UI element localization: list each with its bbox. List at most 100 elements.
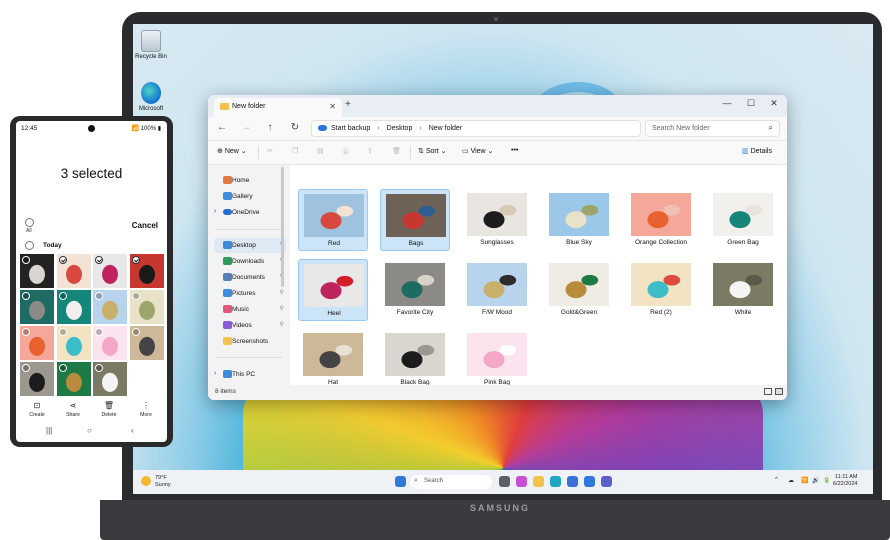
search-input[interactable]: Search New folder ⌕ <box>645 120 780 137</box>
rename-icon[interactable]: Ⓐ <box>342 147 349 157</box>
teams-icon[interactable] <box>601 476 612 487</box>
unchecked-checkbox[interactable] <box>22 256 30 264</box>
sidebar-item-documents[interactable]: Documents ⚲ <box>214 270 286 285</box>
file-tile[interactable]: Bags <box>380 189 450 251</box>
unchecked-checkbox[interactable] <box>95 364 103 372</box>
cut-icon[interactable]: ✂ <box>267 147 273 155</box>
expand-chevron-icon[interactable]: › <box>214 370 216 377</box>
photo-thumbnail[interactable] <box>56 326 91 360</box>
more-button[interactable]: ⋮ More <box>131 401 161 418</box>
file-tile[interactable]: Favorite City <box>380 259 450 321</box>
copilot-icon[interactable] <box>516 476 527 487</box>
photo-thumbnail[interactable] <box>56 362 91 396</box>
sidebar-scrollbar[interactable] <box>281 167 284 287</box>
file-tile[interactable]: Black Bag <box>380 329 450 391</box>
checked-checkbox[interactable] <box>58 256 67 264</box>
details-button[interactable]: ▥ Details <box>742 147 772 155</box>
file-tile[interactable]: Sunglasses <box>462 189 532 251</box>
address-breadcrumb[interactable]: Start backup › Desktop › New folder <box>311 120 641 137</box>
unchecked-checkbox[interactable] <box>58 364 67 372</box>
share-icon[interactable]: ⇪ <box>367 147 373 155</box>
unchecked-checkbox[interactable] <box>131 328 140 336</box>
refresh-button[interactable]: ↻ <box>288 122 302 133</box>
photo-thumbnail[interactable] <box>93 254 127 288</box>
wifi-icon[interactable]: 🛜 <box>801 477 808 484</box>
create-button[interactable]: ⊡ Create <box>22 401 52 418</box>
file-tile[interactable]: Red (2) <box>626 259 696 321</box>
sidebar-item-gallery[interactable]: Gallery <box>214 189 286 204</box>
photo-thumbnail[interactable] <box>129 326 164 360</box>
new-button[interactable]: ⊕ New ⌄ <box>217 147 247 155</box>
unchecked-checkbox[interactable] <box>58 328 67 336</box>
file-tile[interactable]: Heel <box>298 259 368 321</box>
photo-thumbnail[interactable] <box>129 254 164 288</box>
photo-thumbnail[interactable] <box>129 290 164 324</box>
desktop-icon-recycle-bin[interactable]: Recycle Bin <box>131 30 171 60</box>
sidebar-item-pictures[interactable]: Pictures ⚲ <box>214 286 286 301</box>
paste-icon[interactable]: ▤ <box>317 147 324 155</box>
mail-icon[interactable] <box>584 476 595 487</box>
photo-thumbnail[interactable] <box>20 290 54 324</box>
select-today-checkbox[interactable] <box>25 241 34 250</box>
tab-close-icon[interactable]: ✕ <box>329 102 336 111</box>
unchecked-checkbox[interactable] <box>95 328 103 336</box>
checked-checkbox[interactable] <box>131 256 140 264</box>
taskbar-search[interactable]: ⌕ Search <box>410 475 492 489</box>
new-tab-button[interactable]: + <box>345 99 351 110</box>
unchecked-checkbox[interactable] <box>131 292 140 300</box>
sidebar-item-screenshots[interactable]: Screenshots <box>214 334 286 349</box>
taskbar-clock[interactable]: 11:11 AM 6/22/2024 <box>833 474 857 488</box>
file-tile[interactable]: Hat <box>298 329 368 391</box>
back-button[interactable]: ‹ <box>131 426 134 435</box>
view-button[interactable]: ▭ View ⌄ <box>462 147 493 155</box>
select-all-checkbox[interactable] <box>25 218 34 227</box>
sidebar-item-this-pc[interactable]: › This PC <box>214 367 286 382</box>
delete-button[interactable]: 🗑 Delete <box>94 401 124 418</box>
recent-apps-button[interactable]: ||| <box>46 426 52 435</box>
breadcrumb-desktop[interactable]: Desktop <box>387 125 413 132</box>
file-tile[interactable]: Orange Collection <box>626 189 696 251</box>
tab-new-folder[interactable]: New folder ✕ <box>214 98 342 117</box>
task-view-icon[interactable] <box>499 476 510 487</box>
desktop-icon-microsoft-edge[interactable]: Microsoft <box>131 82 171 112</box>
share-button[interactable]: ⋖ Share <box>58 401 88 418</box>
close-button[interactable]: ✕ <box>764 98 784 109</box>
checked-checkbox[interactable] <box>95 256 103 264</box>
file-tile[interactable]: Blue Sky <box>544 189 614 251</box>
file-tile[interactable]: White <box>708 259 778 321</box>
cancel-button[interactable]: Cancel <box>132 221 158 230</box>
photo-thumbnail[interactable] <box>20 362 54 396</box>
expand-chevron-icon[interactable]: › <box>214 208 216 215</box>
photo-thumbnail[interactable] <box>93 290 127 324</box>
file-tile[interactable]: Green Bag <box>708 189 778 251</box>
breadcrumb-new-folder[interactable]: New folder <box>429 125 462 132</box>
unchecked-checkbox[interactable] <box>58 292 67 300</box>
sidebar-item-home[interactable]: Home <box>214 173 286 188</box>
file-tile[interactable]: F/W Mood <box>462 259 532 321</box>
start-backup-link[interactable]: Start backup <box>331 125 370 132</box>
unchecked-checkbox[interactable] <box>22 364 30 372</box>
sidebar-item-onedrive[interactable]: › OneDrive <box>214 205 286 220</box>
up-button[interactable]: ↑ <box>263 122 277 133</box>
tiles-view-icon[interactable] <box>775 388 783 395</box>
tray-overflow-icon[interactable]: ^ <box>775 477 778 483</box>
unchecked-checkbox[interactable] <box>95 292 103 300</box>
more-options-button[interactable]: ••• <box>511 147 518 154</box>
photo-thumbnail[interactable] <box>93 326 127 360</box>
unchecked-checkbox[interactable] <box>22 292 30 300</box>
delete-icon[interactable]: 🗑 <box>392 147 401 155</box>
weather-widget[interactable]: 79°F Sunny <box>141 475 171 489</box>
edge-icon[interactable] <box>550 476 561 487</box>
store-icon[interactable] <box>567 476 578 487</box>
minimize-button[interactable]: — <box>717 98 737 108</box>
photo-thumbnail[interactable] <box>56 254 91 288</box>
file-tile[interactable]: Pink Bag <box>462 329 532 391</box>
photo-thumbnail[interactable] <box>93 362 127 396</box>
onedrive-tray-icon[interactable]: ☁ <box>788 477 794 484</box>
details-view-icon[interactable] <box>764 388 772 395</box>
copy-icon[interactable]: ❐ <box>292 147 298 155</box>
file-tile[interactable]: Red <box>298 189 368 251</box>
photo-thumbnail[interactable] <box>20 326 54 360</box>
back-button[interactable]: ← <box>215 122 229 133</box>
maximize-button[interactable]: ☐ <box>741 98 761 109</box>
